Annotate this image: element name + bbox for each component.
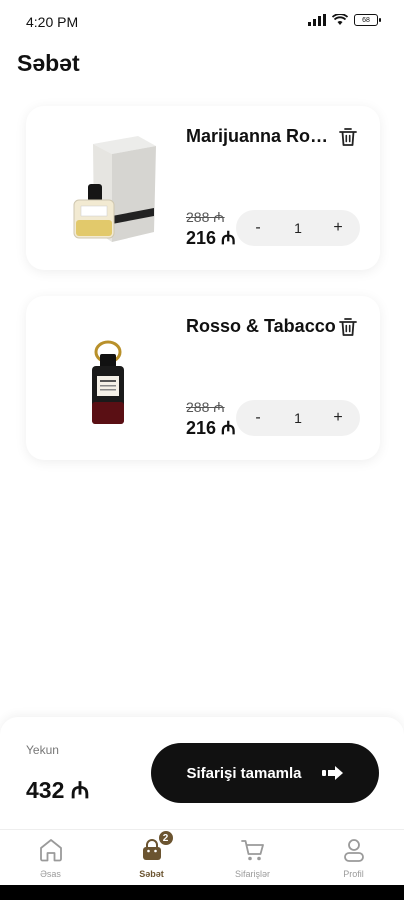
status-bar: 4:20 PM 68: [0, 0, 404, 44]
product-name[interactable]: Marijuanna Rosso: [186, 126, 336, 147]
nav-item-home[interactable]: Əsas: [0, 830, 101, 885]
checkout-button-label: Sifarişi tamamla: [186, 764, 302, 782]
product-name[interactable]: Rosso & Tabacco: [186, 316, 336, 337]
old-price: 288 ₼: [186, 209, 225, 225]
home-icon: [37, 836, 65, 864]
nav-label: Sifarişlər: [234, 869, 270, 879]
product-image[interactable]: [48, 124, 168, 254]
price: 216 ₼: [186, 418, 236, 438]
arrow-right-icon: [321, 766, 343, 780]
product-image[interactable]: [48, 314, 168, 444]
quantity-stepper[interactable]: - 1 +: [236, 400, 360, 436]
checkout-button[interactable]: Sifarişi tamamla: [151, 743, 379, 803]
old-price: 288 ₼: [186, 399, 225, 415]
cart-bag-icon: 2: [138, 830, 174, 864]
nav-item-profile[interactable]: Profil: [303, 830, 404, 885]
cart-item[interactable]: Marijuanna Rosso 288 ₼ 216 ₼ - 1 +: [26, 106, 380, 270]
shopping-cart-icon: [239, 836, 267, 864]
decrease-button[interactable]: -: [246, 406, 270, 430]
nav-label: Profil: [343, 869, 364, 879]
nav-label: Səbət: [139, 869, 164, 879]
page-title: Səbət: [17, 50, 80, 76]
price: 216 ₼: [186, 228, 236, 248]
cart-badge: 2: [157, 830, 174, 846]
decrease-button[interactable]: -: [246, 216, 270, 240]
status-time: 4:20 PM: [26, 14, 79, 30]
signal-icon: [308, 14, 326, 26]
user-icon: [340, 836, 368, 864]
battery-level: 68: [362, 16, 370, 24]
quantity-stepper[interactable]: - 1 +: [236, 210, 360, 246]
system-home-bar: [0, 885, 404, 900]
delete-button[interactable]: [336, 314, 360, 340]
battery-icon: 68: [354, 14, 381, 26]
increase-button[interactable]: +: [326, 406, 350, 430]
status-icons: 68: [308, 14, 381, 26]
quantity-value: 1: [294, 220, 302, 236]
trash-icon: [339, 128, 357, 146]
checkout-panel: Yekun 432 ₼ Sifarişi tamamla: [0, 717, 404, 829]
cart-item[interactable]: Rosso & Tabacco 288 ₼ 216 ₼ - 1 +: [26, 296, 380, 460]
nav-label: Əsas: [40, 869, 61, 879]
nav-item-orders[interactable]: Sifarişlər: [202, 830, 303, 885]
wifi-icon: [332, 14, 348, 25]
trash-icon: [339, 318, 357, 336]
increase-button[interactable]: +: [326, 216, 350, 240]
quantity-value: 1: [294, 410, 302, 426]
total-label: Yekun: [26, 743, 59, 757]
bottom-nav: Əsas 2 Səbət Sifarişlər Profil: [0, 829, 404, 885]
nav-item-cart[interactable]: 2 Səbət: [101, 830, 202, 885]
total-value: 432 ₼: [26, 777, 90, 803]
delete-button[interactable]: [336, 124, 360, 150]
